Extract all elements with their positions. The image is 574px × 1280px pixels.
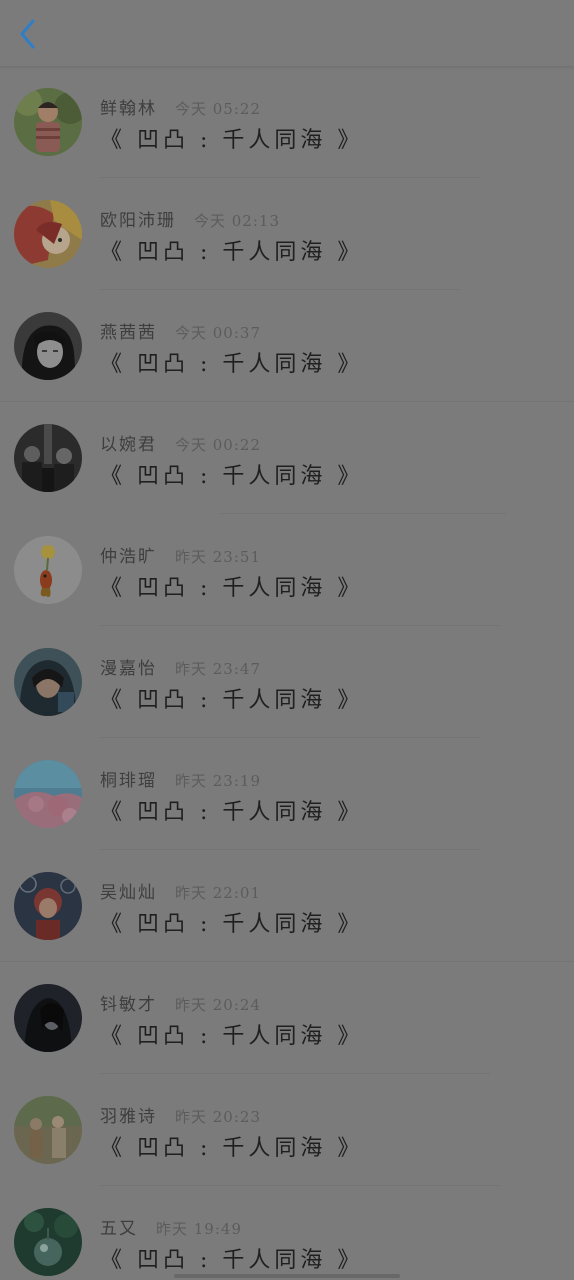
sender-name: 羽雅诗 bbox=[100, 1107, 157, 1127]
girl-bw-portrait-avatar-icon bbox=[14, 312, 82, 380]
item-meta: 燕茜茜 今天 00:37 bbox=[100, 318, 261, 343]
anime-red-hair-avatar-icon bbox=[14, 200, 82, 268]
boy-in-plaid-avatar-icon bbox=[14, 88, 82, 156]
sender-name: 仲浩旷 bbox=[100, 547, 157, 567]
item-meta: 鲜翰林 今天 05:22 bbox=[100, 94, 261, 119]
avatar[interactable] bbox=[14, 200, 82, 268]
screen: 鲜翰林 今天 05:22 《 凹凸 : 千人同海 》 欧阳沛珊 今天 02:13… bbox=[0, 0, 574, 1280]
sender-name: 桐琲瑠 bbox=[100, 771, 157, 791]
sender-name: 鲜翰林 bbox=[100, 99, 157, 119]
item-meta: 仲浩旷 昨天 23:51 bbox=[100, 542, 261, 567]
item-meta: 钭敏才 昨天 20:24 bbox=[100, 990, 261, 1015]
message-list: 鲜翰林 今天 05:22 《 凹凸 : 千人同海 》 欧阳沛珊 今天 02:13… bbox=[0, 66, 574, 1280]
sender-name: 欧阳沛珊 bbox=[100, 211, 176, 231]
glass-sphere-green-avatar-icon bbox=[14, 1208, 82, 1276]
timestamp: 昨天 23:51 bbox=[175, 548, 261, 566]
sender-name: 以婉君 bbox=[100, 435, 157, 455]
item-meta: 桐琲瑠 昨天 23:19 bbox=[100, 766, 261, 791]
item-meta: 五又 昨天 19:49 bbox=[100, 1214, 242, 1239]
list-item[interactable]: 钭敏才 昨天 20:24 《 凹凸 : 千人同海 》 bbox=[0, 962, 574, 1074]
avatar[interactable] bbox=[14, 1096, 82, 1164]
sender-name: 燕茜茜 bbox=[100, 323, 157, 343]
goldfish-flower-avatar-icon bbox=[14, 536, 82, 604]
timestamp: 昨天 23:19 bbox=[175, 772, 261, 790]
avatar[interactable] bbox=[14, 648, 82, 716]
item-meta: 吴灿灿 昨天 22:01 bbox=[100, 878, 261, 903]
home-indicator[interactable] bbox=[174, 1274, 400, 1278]
avatar[interactable] bbox=[14, 88, 82, 156]
list-item[interactable]: 燕茜茜 今天 00:37 《 凹凸 : 千人同海 》 bbox=[0, 290, 574, 402]
item-title: 《 凹凸 : 千人同海 》 bbox=[100, 1024, 364, 1049]
timestamp: 今天 02:13 bbox=[194, 212, 280, 230]
chevron-left-icon bbox=[20, 19, 35, 49]
list-item[interactable]: 羽雅诗 昨天 20:23 《 凹凸 : 千人同海 》 bbox=[0, 1074, 574, 1186]
item-title: 《 凹凸 : 千人同海 》 bbox=[100, 912, 364, 937]
vintage-painting-avatar-icon bbox=[14, 1096, 82, 1164]
list-item[interactable]: 以婉君 今天 00:22 《 凹凸 : 千人同海 》 bbox=[0, 402, 574, 514]
item-meta: 欧阳沛珊 今天 02:13 bbox=[100, 206, 280, 231]
item-title: 《 凹凸 : 千人同海 》 bbox=[100, 352, 364, 377]
timestamp: 今天 00:22 bbox=[175, 436, 261, 454]
list-item[interactable]: 仲浩旷 昨天 23:51 《 凹凸 : 千人同海 》 bbox=[0, 514, 574, 626]
list-item[interactable]: 桐琲瑠 昨天 23:19 《 凹凸 : 千人同海 》 bbox=[0, 738, 574, 850]
timestamp: 今天 00:37 bbox=[175, 324, 261, 342]
item-title: 《 凹凸 : 千人同海 》 bbox=[100, 128, 364, 153]
avatar[interactable] bbox=[14, 424, 82, 492]
item-title: 《 凹凸 : 千人同海 》 bbox=[100, 464, 364, 489]
list-item[interactable]: 欧阳沛珊 今天 02:13 《 凹凸 : 千人同海 》 bbox=[0, 178, 574, 290]
avatar[interactable] bbox=[14, 760, 82, 828]
girl-hood-portrait-avatar-icon bbox=[14, 648, 82, 716]
red-hair-fireworks-avatar-icon bbox=[14, 872, 82, 940]
list-item[interactable]: 漫嘉怡 昨天 23:47 《 凹凸 : 千人同海 》 bbox=[0, 626, 574, 738]
item-title: 《 凹凸 : 千人同海 》 bbox=[100, 240, 364, 265]
timestamp: 昨天 19:49 bbox=[156, 1220, 242, 1238]
pink-blossom-sky-avatar-icon bbox=[14, 760, 82, 828]
back-button[interactable] bbox=[8, 12, 48, 56]
list-item[interactable]: 五又 昨天 19:49 《 凹凸 : 千人同海 》 bbox=[0, 1186, 574, 1280]
timestamp: 昨天 20:24 bbox=[175, 996, 261, 1014]
item-meta: 以婉君 今天 00:22 bbox=[100, 430, 261, 455]
list-item[interactable]: 吴灿灿 昨天 22:01 《 凹凸 : 千人同海 》 bbox=[0, 850, 574, 962]
item-meta: 羽雅诗 昨天 20:23 bbox=[100, 1102, 261, 1127]
sender-name: 漫嘉怡 bbox=[100, 659, 157, 679]
avatar[interactable] bbox=[14, 984, 82, 1052]
item-title: 《 凹凸 : 千人同海 》 bbox=[100, 1248, 364, 1273]
avatar[interactable] bbox=[14, 872, 82, 940]
item-meta: 漫嘉怡 昨天 23:47 bbox=[100, 654, 261, 679]
avatar[interactable] bbox=[14, 1208, 82, 1276]
dark-group-photo-avatar-icon bbox=[14, 424, 82, 492]
dark-figure-avatar-icon bbox=[14, 984, 82, 1052]
top-bar bbox=[0, 0, 574, 67]
item-title: 《 凹凸 : 千人同海 》 bbox=[100, 1136, 364, 1161]
sender-name: 钭敏才 bbox=[100, 995, 157, 1015]
sender-name: 五又 bbox=[100, 1219, 138, 1239]
item-title: 《 凹凸 : 千人同海 》 bbox=[100, 576, 364, 601]
item-title: 《 凹凸 : 千人同海 》 bbox=[100, 688, 364, 713]
list-item[interactable]: 鲜翰林 今天 05:22 《 凹凸 : 千人同海 》 bbox=[0, 66, 574, 178]
timestamp: 昨天 20:23 bbox=[175, 1108, 261, 1126]
avatar[interactable] bbox=[14, 536, 82, 604]
item-title: 《 凹凸 : 千人同海 》 bbox=[100, 800, 364, 825]
timestamp: 今天 05:22 bbox=[175, 100, 261, 118]
avatar[interactable] bbox=[14, 312, 82, 380]
sender-name: 吴灿灿 bbox=[100, 883, 157, 903]
timestamp: 昨天 22:01 bbox=[175, 884, 261, 902]
timestamp: 昨天 23:47 bbox=[175, 660, 261, 678]
